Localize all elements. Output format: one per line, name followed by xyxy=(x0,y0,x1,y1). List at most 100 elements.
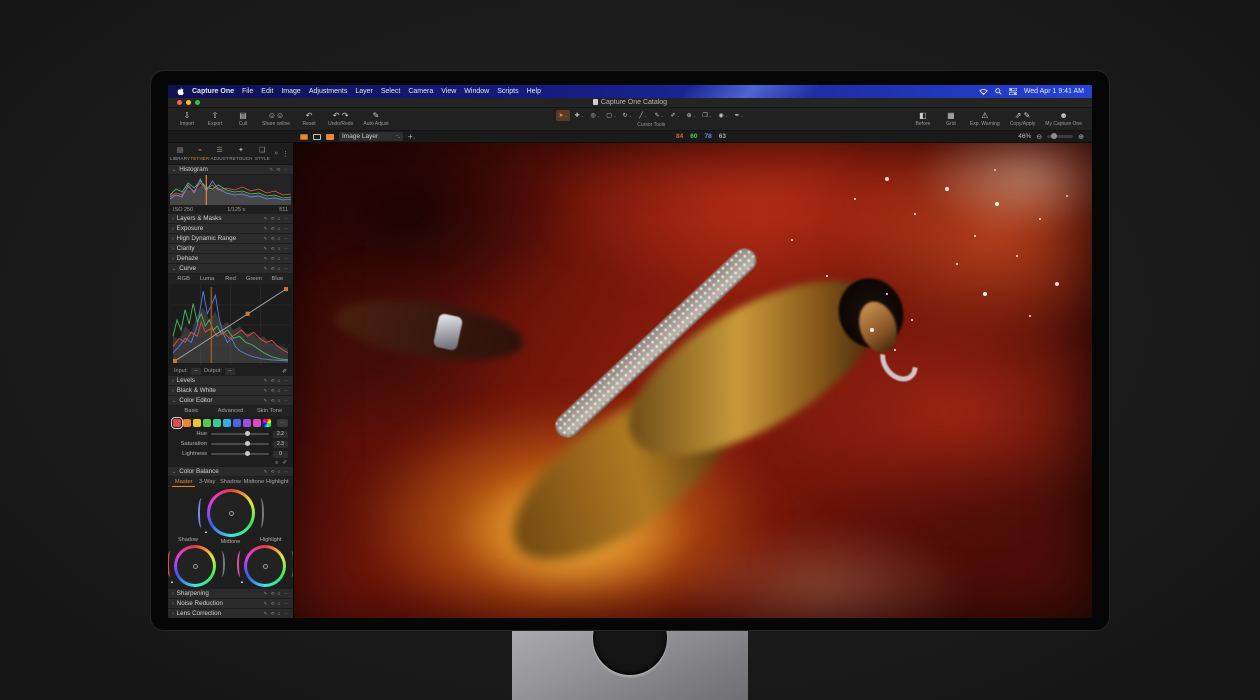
color-swatch[interactable] xyxy=(193,419,201,427)
input-value[interactable]: -- xyxy=(191,368,201,375)
toolbar-button[interactable]: ◧ Before xyxy=(914,111,932,127)
curve-tab[interactable]: Green xyxy=(242,274,265,284)
slider-thumb[interactable] xyxy=(245,451,250,456)
panel-header-curve[interactable]: ⌄ Curve xyxy=(168,264,293,273)
curve-tab[interactable]: RGB xyxy=(172,274,195,284)
wheel-marker[interactable]: ▲ xyxy=(204,529,208,534)
cursor-tool-button[interactable]: ◎ xyxy=(588,110,602,121)
cursor-tool-button[interactable]: ▢ xyxy=(604,110,618,121)
image-viewer[interactable] xyxy=(294,143,1092,618)
toolbar-button[interactable]: ▤ Cull xyxy=(234,111,252,127)
cursor-tool-button[interactable]: ↻ xyxy=(620,110,634,121)
toolbar-button[interactable]: ▦ Grid xyxy=(942,111,960,127)
list-icon[interactable]: ≡ xyxy=(275,460,278,466)
shadow-color-wheel[interactable] xyxy=(174,545,216,587)
cursor-tool-button[interactable]: ✐ xyxy=(668,110,682,121)
color-balance-tab[interactable]: Shadow xyxy=(219,477,242,487)
tool-tab[interactable]: ⌁ TETHER xyxy=(190,147,210,161)
toolbar-button[interactable]: ✎ Auto Adjust xyxy=(363,111,388,127)
tool-tab[interactable]: ❏ STYLE xyxy=(252,147,272,161)
color-editor-tab[interactable]: Advanced xyxy=(211,406,250,416)
slider-track[interactable] xyxy=(211,443,269,445)
panel-header-icons[interactable] xyxy=(264,246,289,252)
menu-item[interactable]: Camera xyxy=(408,88,433,95)
cursor-tool-button[interactable]: ✎ xyxy=(652,110,666,121)
toolbar-button[interactable]: ↶ Reset xyxy=(300,111,318,127)
color-swatch[interactable] xyxy=(243,419,251,427)
wifi-icon[interactable] xyxy=(979,88,988,95)
wheel-side-slider[interactable] xyxy=(198,498,205,528)
primary-view-icon[interactable] xyxy=(313,134,321,140)
panel-header[interactable]: › Lens Correction xyxy=(168,609,293,618)
color-swatch[interactable] xyxy=(253,419,261,427)
color-swatch[interactable] xyxy=(263,419,271,427)
cursor-tool-button[interactable]: ❐ xyxy=(700,110,714,121)
cursor-tool-button[interactable]: ◉ xyxy=(716,110,730,121)
menu-item[interactable]: Select xyxy=(381,88,400,95)
clock[interactable]: Wed Apr 1 9:41 AM xyxy=(1024,88,1084,95)
panel-header[interactable]: › Noise Reduction xyxy=(168,599,293,608)
panel-header[interactable]: › Levels xyxy=(168,376,293,385)
toolbar-button[interactable]: ↶ ↷ Undo/Redo xyxy=(328,111,353,127)
panel-header-color-balance[interactable]: ⌄ Color Balance xyxy=(168,467,293,476)
panel-header[interactable]: › Black & White xyxy=(168,386,293,395)
wheel-marker[interactable]: ▲ xyxy=(170,579,174,584)
curve-tab[interactable]: Luma xyxy=(195,274,218,284)
panel-header[interactable]: › Clarity xyxy=(168,244,293,253)
wheel-side-slider[interactable] xyxy=(257,498,264,528)
zoom-slider[interactable] xyxy=(1047,135,1073,138)
zoom-in-icon[interactable]: ⊕ xyxy=(1078,133,1084,141)
panel-header-histogram[interactable]: ⌄ Histogram xyxy=(168,165,293,174)
menu-item[interactable]: Adjustments xyxy=(309,88,348,95)
panel-header-icons[interactable] xyxy=(264,611,289,617)
highlight-color-wheel[interactable] xyxy=(244,545,286,587)
proof-view-icon[interactable] xyxy=(326,134,334,140)
toolbar-button[interactable]: ⇩ Import xyxy=(178,111,196,127)
panel-header[interactable]: › High Dynamic Range xyxy=(168,234,293,243)
color-editor-tab[interactable]: Skin Tone xyxy=(250,406,289,416)
wheel-side-slider[interactable] xyxy=(218,551,225,577)
apple-menu-icon[interactable] xyxy=(176,87,184,96)
panel-header-icons[interactable] xyxy=(264,226,289,232)
slider-track[interactable] xyxy=(211,453,269,455)
panel-header-icons[interactable] xyxy=(264,591,289,597)
menu-item[interactable]: Scripts xyxy=(497,88,518,95)
color-balance-tab[interactable]: Highlight xyxy=(266,477,289,487)
swatch-more-button[interactable]: ⋯ xyxy=(277,419,288,427)
slider-value[interactable]: 2.2 xyxy=(273,431,288,438)
menu-item[interactable]: Capture One xyxy=(192,88,234,95)
curve-tab[interactable]: Red xyxy=(219,274,242,284)
tool-tab[interactable]: ✦ RETOUCH xyxy=(229,147,252,161)
toolbar-button[interactable]: ⚠ Exp. Warning xyxy=(970,111,1000,127)
control-center-icon[interactable] xyxy=(1009,88,1017,95)
panel-header[interactable]: › Sharpening xyxy=(168,589,293,598)
panel-header-icons[interactable] xyxy=(264,266,289,272)
slider-value[interactable]: 2.3 xyxy=(273,441,288,448)
color-editor-tab[interactable]: Basic xyxy=(172,406,211,416)
panel-header-color-editor[interactable]: ⌄ Color Editor xyxy=(168,396,293,405)
panel-header-icons[interactable] xyxy=(264,398,289,404)
slider-thumb[interactable] xyxy=(245,431,250,436)
toolbar-button[interactable]: ⇧ Export xyxy=(206,111,224,127)
panel-header[interactable]: › Dehaze xyxy=(168,254,293,263)
tab-menu-icon[interactable]: ⋮ xyxy=(280,150,291,158)
tool-tab[interactable]: ☰ ADJUST xyxy=(210,147,230,161)
wheel-side-slider[interactable] xyxy=(237,551,244,577)
menu-item[interactable]: Layer xyxy=(355,88,373,95)
color-swatch[interactable] xyxy=(213,419,221,427)
color-swatch[interactable] xyxy=(203,419,211,427)
color-balance-tab[interactable]: Master xyxy=(172,477,195,487)
panel-header[interactable]: › Layers & Masks xyxy=(168,214,293,223)
search-icon[interactable] xyxy=(995,88,1002,95)
cursor-tool-button[interactable]: ➤ xyxy=(556,110,570,121)
color-swatch[interactable] xyxy=(183,419,191,427)
panel-header-icons[interactable] xyxy=(264,216,289,222)
panel-header-icons[interactable] xyxy=(264,378,289,384)
menu-item[interactable]: File xyxy=(242,88,253,95)
menu-item[interactable]: View xyxy=(441,88,456,95)
panel-header-icons[interactable] xyxy=(264,236,289,242)
color-balance-tab[interactable]: Midtone xyxy=(242,477,265,487)
menu-item[interactable]: Image xyxy=(281,88,300,95)
zoom-level[interactable]: 46% xyxy=(1018,133,1031,140)
cursor-tool-button[interactable]: ✚ xyxy=(572,110,586,121)
